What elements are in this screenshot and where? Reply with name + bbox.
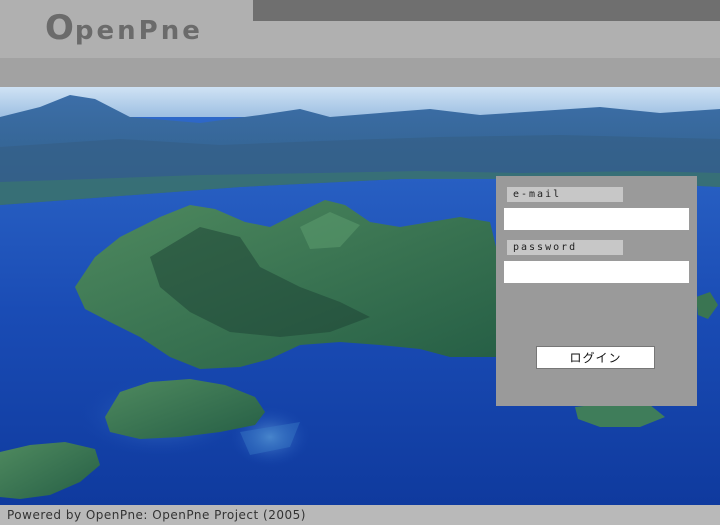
email-field[interactable]: [504, 208, 689, 230]
page: O penPne e-mail password ログイン Powered by…: [0, 0, 720, 525]
login-panel: e-mail password ログイン: [496, 176, 697, 406]
header-top-band: [253, 0, 720, 21]
footer-credit: Powered by OpenPne: OpenPne Project (200…: [0, 505, 720, 525]
header: O penPne: [0, 0, 720, 87]
logo-text: penPne: [74, 16, 203, 46]
email-label: e-mail: [507, 187, 623, 202]
app-logo: O penPne: [45, 8, 203, 52]
header-middle-band: [0, 58, 720, 87]
password-label: password: [507, 240, 623, 255]
login-button[interactable]: ログイン: [536, 346, 655, 369]
logo-initial: O: [45, 8, 75, 48]
password-field[interactable]: [504, 261, 689, 283]
